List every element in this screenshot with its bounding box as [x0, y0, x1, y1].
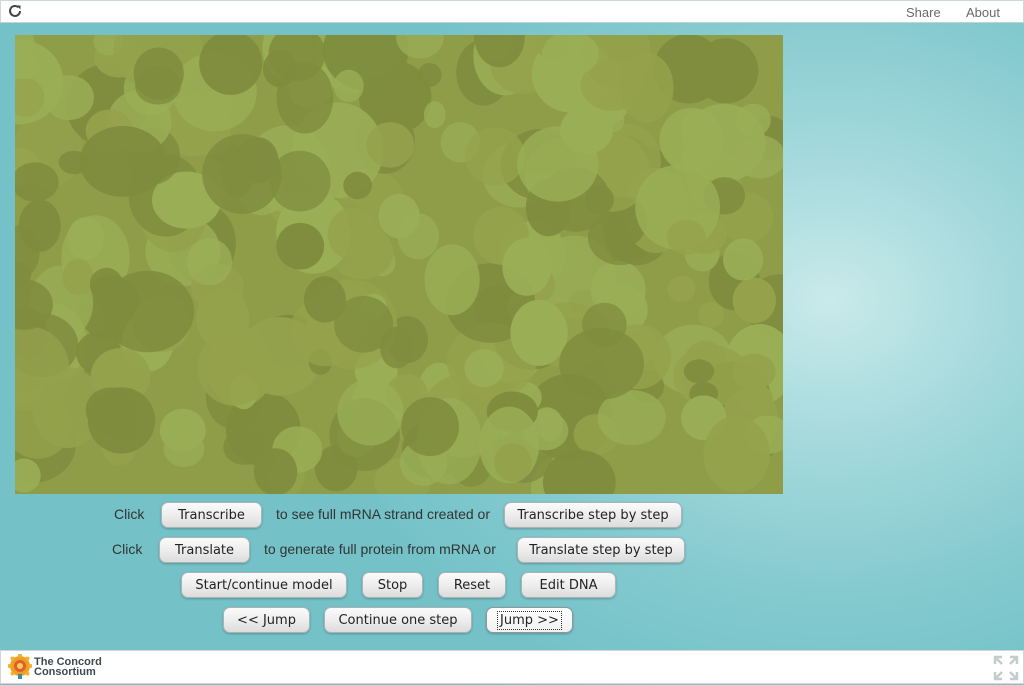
jump-forward-label: Jump >> [497, 611, 562, 630]
click-label-2: Click [112, 541, 143, 557]
translate-step-button[interactable]: Translate step by step [517, 537, 685, 563]
edit-dna-button[interactable]: Edit DNA [521, 572, 616, 598]
translate-button[interactable]: Translate [159, 537, 250, 563]
transcribe-button[interactable]: Transcribe [161, 502, 262, 528]
concord-logo-icon[interactable] [7, 653, 33, 680]
reload-icon[interactable] [7, 3, 23, 19]
about-link[interactable]: About [966, 5, 1000, 20]
start-continue-button[interactable]: Start/continue model [181, 572, 347, 598]
click-label-1: Click [114, 506, 145, 522]
transcribe-description: to see full mRNA strand created or [276, 506, 490, 522]
concord-logo-text[interactable]: The Concord Consortium [34, 657, 102, 678]
transcribe-step-button[interactable]: Transcribe step by step [504, 502, 682, 528]
top-bar: Share About [0, 0, 1024, 23]
cell-background-texture [15, 35, 783, 494]
continue-one-step-button[interactable]: Continue one step [324, 607, 472, 633]
stop-button[interactable]: Stop [362, 572, 423, 598]
bottom-bar: The Concord Consortium [0, 650, 1024, 684]
translate-description: to generate full protein from mRNA or [264, 541, 496, 557]
logo-line-2: Consortium [34, 666, 96, 678]
jump-forward-button[interactable]: Jump >> [486, 607, 573, 633]
share-link[interactable]: Share [906, 5, 941, 20]
reset-button[interactable]: Reset [438, 572, 506, 598]
jump-back-button[interactable]: << Jump [223, 607, 310, 633]
model-canvas[interactable] [15, 35, 783, 494]
fullscreen-icon[interactable] [993, 655, 1019, 681]
